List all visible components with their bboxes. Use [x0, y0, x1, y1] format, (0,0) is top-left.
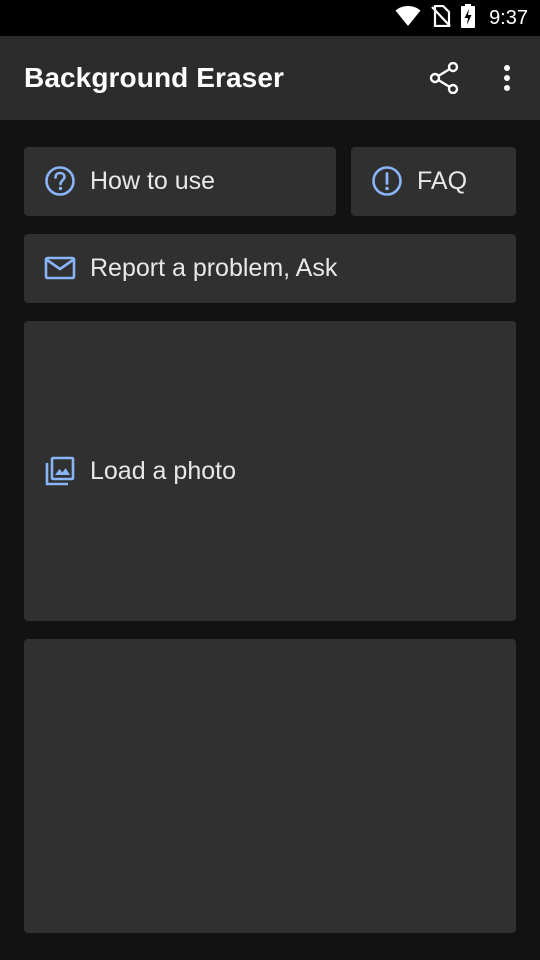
load-photo-button[interactable]: Load a photo	[24, 321, 516, 621]
no-sim-icon	[431, 4, 451, 32]
how-to-use-label: How to use	[90, 167, 216, 195]
share-icon	[429, 61, 459, 99]
more-vert-icon	[503, 64, 511, 97]
empty-panel	[24, 639, 516, 933]
faq-label: FAQ	[417, 167, 468, 195]
help-circle-icon	[44, 165, 76, 197]
share-button[interactable]	[420, 56, 468, 104]
status-bar: 9:37	[0, 0, 540, 36]
report-problem-button[interactable]: Report a problem, Ask	[24, 234, 516, 303]
photo-library-icon	[44, 455, 76, 487]
status-time: 9:37	[489, 6, 528, 29]
wifi-icon	[395, 5, 421, 32]
alert-circle-icon	[371, 165, 403, 197]
mail-icon	[44, 252, 76, 284]
load-photo-label: Load a photo	[90, 457, 236, 485]
how-to-use-button[interactable]: How to use	[24, 147, 336, 216]
battery-charging-icon	[461, 3, 476, 33]
status-icons: 9:37	[395, 0, 528, 36]
app-title: Background Eraser	[24, 62, 285, 93]
report-problem-label: Report a problem, Ask	[90, 254, 338, 282]
more-options-button[interactable]	[486, 56, 528, 104]
faq-button[interactable]: FAQ	[351, 147, 516, 216]
app-bar: Background Eraser	[0, 36, 540, 120]
